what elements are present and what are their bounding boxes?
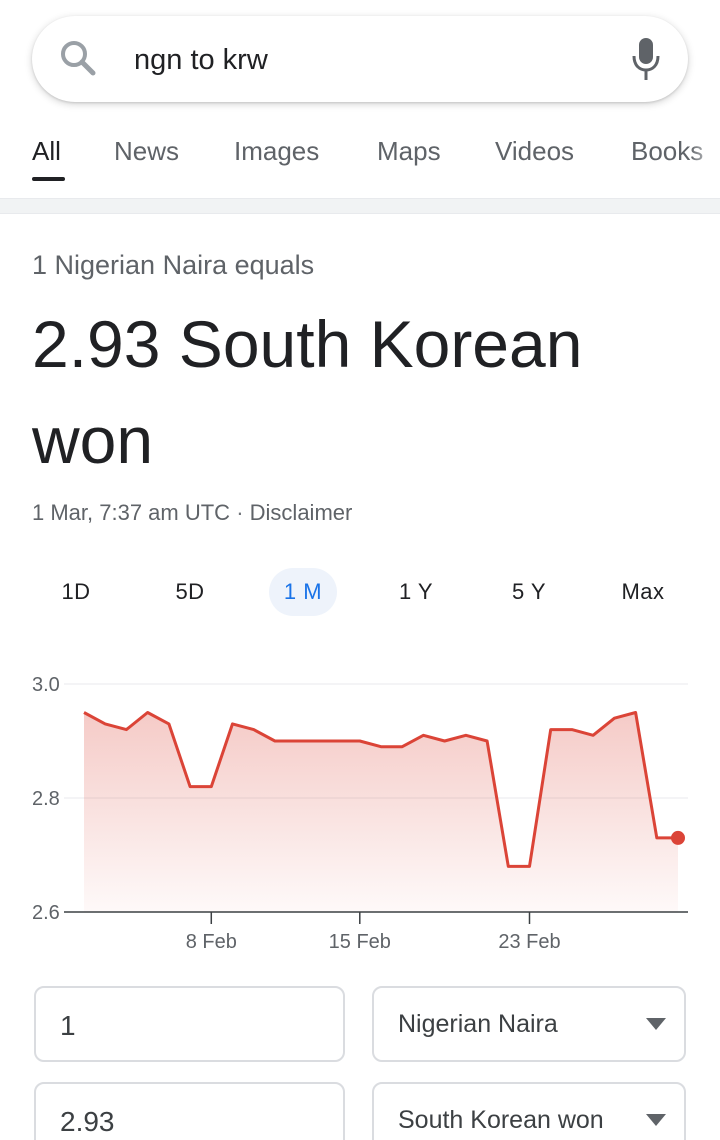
- to-currency-label: South Korean won: [398, 1106, 604, 1134]
- tab-videos[interactable]: Videos: [495, 136, 574, 167]
- x-tick-label: 8 Feb: [186, 931, 237, 953]
- chart-svg: 3.0 2.8 2.6 8 Feb 15 Feb 23 Feb: [32, 674, 688, 953]
- y-tick-label: 2.8: [32, 788, 60, 810]
- to-currency-select[interactable]: South Korean won: [372, 1082, 686, 1140]
- range-max[interactable]: Max: [601, 568, 685, 616]
- from-currency-select[interactable]: Nigerian Naira: [372, 986, 686, 1062]
- search-icon[interactable]: [58, 38, 98, 78]
- x-tick-label: 15 Feb: [329, 931, 391, 953]
- last-point-marker: [671, 830, 685, 845]
- active-tab-indicator: [32, 177, 65, 181]
- range-5d[interactable]: 5D: [148, 568, 232, 616]
- result-line-1: 2.93 South Korean: [32, 307, 583, 381]
- timestamp-separator: ·: [236, 500, 244, 525]
- microphone-icon[interactable]: [630, 36, 662, 82]
- search-tabs: All News Images Maps Videos Books: [0, 118, 720, 198]
- timestamp-text: 1 Mar, 7:37 am UTC: [32, 500, 231, 525]
- x-tick-label: 23 Feb: [498, 931, 560, 953]
- from-currency-label: Nigerian Naira: [398, 1010, 558, 1038]
- dropdown-arrow-icon: [646, 1018, 666, 1030]
- y-tick-label: 2.6: [32, 902, 60, 924]
- range-1y[interactable]: 1 Y: [374, 568, 458, 616]
- y-tick-label: 3.0: [32, 674, 60, 696]
- from-amount-input[interactable]: [60, 1006, 330, 1046]
- range-1m[interactable]: 1 M: [269, 568, 337, 616]
- disclaimer-link[interactable]: Disclaimer: [250, 500, 353, 525]
- tabs-fade: [690, 118, 720, 188]
- area-fill: [84, 712, 678, 912]
- tab-news[interactable]: News: [114, 136, 179, 167]
- dropdown-arrow-icon: [646, 1114, 666, 1126]
- conversion-result: 2.93 South Korean won: [32, 296, 692, 488]
- section-divider: [0, 198, 720, 214]
- tab-all[interactable]: All: [32, 136, 61, 167]
- exchange-rate-chart[interactable]: 3.0 2.8 2.6 8 Feb 15 Feb 23 Feb: [0, 660, 720, 960]
- result-line-2: won: [32, 403, 154, 477]
- range-5y[interactable]: 5 Y: [487, 568, 571, 616]
- search-bar[interactable]: [32, 16, 688, 102]
- from-amount-box[interactable]: [34, 986, 345, 1062]
- tab-maps[interactable]: Maps: [377, 136, 441, 167]
- equals-label: 1 Nigerian Naira equals: [32, 250, 315, 280]
- tab-images[interactable]: Images: [234, 136, 319, 167]
- to-amount-input[interactable]: [60, 1102, 330, 1140]
- range-1d[interactable]: 1D: [34, 568, 118, 616]
- to-amount-box[interactable]: [34, 1082, 345, 1140]
- search-input[interactable]: [134, 40, 604, 80]
- timestamp: 1 Mar, 7:37 am UTC · Disclaimer: [32, 500, 352, 526]
